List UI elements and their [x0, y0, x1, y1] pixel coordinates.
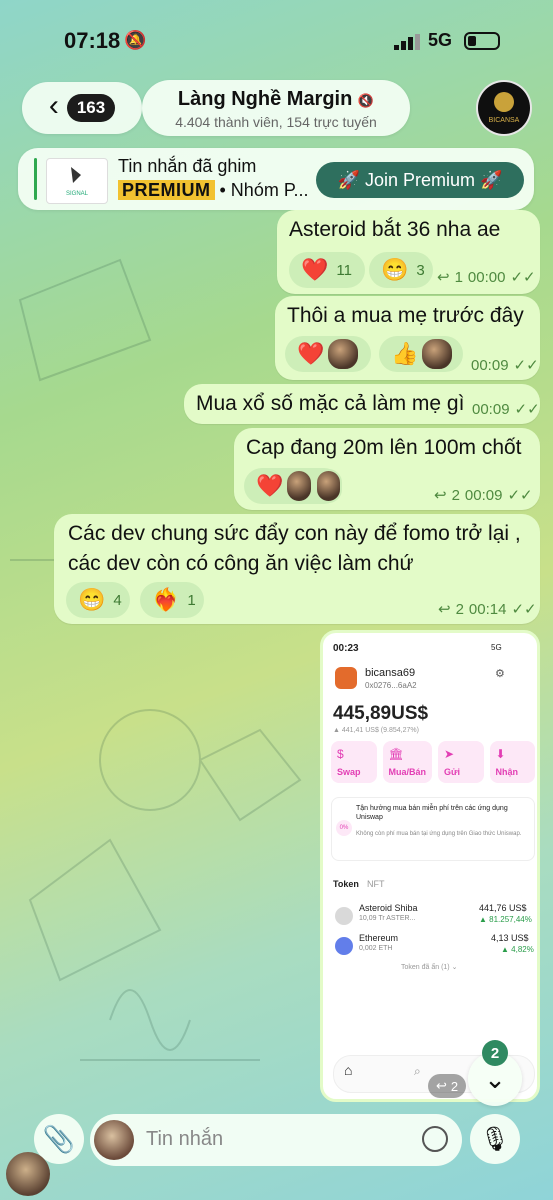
message-placeholder: Tin nhắn — [146, 1128, 224, 1150]
sender-avatar[interactable] — [94, 1120, 134, 1160]
read-check-icon: ✓✓ — [507, 487, 533, 504]
reaction-chip[interactable]: 👍 — [379, 336, 463, 372]
reply-icon: ↩ — [438, 601, 451, 618]
bell-off-icon: 🔕 — [124, 30, 147, 50]
reaction-chip[interactable]: ❤️‍🔥 1 — [140, 582, 204, 618]
tab-token: Token — [333, 879, 359, 889]
message-text: Mua xổ số mặc cả làm mẹ gì — [196, 392, 465, 415]
shot-network: 5G — [491, 643, 502, 652]
wallet-actions: $ Swap 🏛 Mua/Bán ➤ Gửi ⬇ Nhận — [331, 741, 536, 783]
reaction-chip[interactable]: ❤️ — [244, 468, 342, 504]
message-text-line1: Các dev chung sức đẩy con này để fomo tr… — [68, 522, 521, 545]
message-text-line2: các dev còn có công ăn việc làm chứ — [68, 552, 414, 575]
wallet-avatar — [335, 667, 357, 689]
image-message[interactable]: 00:23 5G bicansa69 0x0276...6aA2 ⚙ 445,8… — [320, 630, 540, 1102]
reaction-chip[interactable]: ❤️ — [285, 336, 371, 372]
network-type: 5G — [428, 30, 453, 50]
reaction-chip[interactable]: 😁 3 — [369, 252, 433, 288]
shot-balance: 445,89US$ — [333, 703, 429, 724]
cellular-signal-icon — [394, 34, 420, 50]
chat-title: Làng Nghề Margin — [177, 88, 353, 110]
sticker-icon[interactable] — [422, 1126, 448, 1152]
pinned-preview: PREMIUM • Nhóm P... — [118, 180, 309, 201]
shot-address: 0x0276...6aA2 — [365, 681, 417, 690]
read-check-icon: ✓✓ — [513, 357, 539, 374]
pinned-thumbnail: SIGNAL — [46, 158, 108, 204]
reply-icon: ↩ — [434, 487, 447, 504]
muted-icon: 🔇 — [357, 93, 375, 108]
reply-icon: ↩ — [437, 269, 450, 286]
message-text: Cap đang 20m lên 100m chốt — [246, 436, 522, 459]
chevron-down-icon: ⌄ — [484, 1063, 506, 1094]
read-check-icon: ✓✓ — [511, 601, 537, 618]
message-meta: 00:09 ✓✓ — [471, 356, 539, 375]
pinned-indicator — [34, 158, 37, 200]
message-bubble[interactable]: Asteroid bắt 36 nha ae ❤️ 11 😁 3 ↩ 1 00:00 ✓✓ — [277, 210, 540, 294]
microphone-icon: 🎙 — [479, 1125, 511, 1153]
microphone-button[interactable]: 🎙 — [470, 1114, 520, 1164]
status-time: 07:18 — [64, 28, 121, 53]
pinned-preview-text: • Nhóm P... — [214, 180, 309, 200]
join-premium-button[interactable]: 🚀 Join Premium 🚀 — [316, 162, 524, 198]
composer-bar: 📎 Tin nhắn 🎙 — [0, 1110, 553, 1200]
message-text: Asteroid bắt 36 nha ae — [289, 218, 501, 241]
promo-card: 0% Tận hưởng mua bán miễn phí trên các ứ… — [331, 797, 535, 861]
image-meta: ↩ 2 — [428, 1074, 467, 1098]
reactor-avatar — [314, 469, 342, 503]
search-icon: ⌕ — [414, 1064, 421, 1078]
battery-icon — [464, 32, 500, 50]
swap-action: $ Swap — [331, 741, 377, 783]
message-bubble[interactable]: Các dev chung sức đẩy con này để fomo tr… — [54, 514, 540, 624]
reaction-chip[interactable]: ❤️ 11 — [289, 252, 365, 288]
back-button[interactable]: ‹ 163 — [22, 82, 142, 134]
asteroid-shiba-icon — [335, 907, 353, 925]
message-bubble[interactable]: Thôi a mua mẹ trước đây ❤️ 👍 00:09 ✓✓ — [275, 296, 540, 380]
reactor-avatar — [326, 337, 361, 371]
pinned-label: Tin nhắn đã ghim — [118, 156, 257, 176]
shot-account: bicansa69 — [365, 667, 416, 679]
group-logo-icon: BICANSA — [489, 92, 520, 124]
home-icon: ⌂ — [344, 1062, 353, 1078]
reaction-chip[interactable]: 😁 4 — [66, 582, 130, 618]
status-bar: 07:18 🔕 5G — [0, 0, 553, 80]
send-action: ➤ Gửi — [438, 741, 484, 783]
message-meta: ↩ 2 00:09 ✓✓ — [434, 486, 533, 505]
paperclip-icon: 📎 — [42, 1123, 76, 1154]
message-meta: ↩ 1 00:00 ✓✓ — [437, 268, 536, 287]
message-meta: 00:09 ✓✓ — [472, 400, 540, 419]
settings-icon: ⚙ — [495, 668, 505, 680]
svg-text:SIGNAL: SIGNAL — [66, 191, 89, 197]
reactor-avatar — [285, 469, 313, 503]
reactor-avatar — [420, 337, 455, 371]
unread-count-badge: 163 — [66, 94, 116, 122]
unread-mentions-badge: 2 — [482, 1040, 508, 1066]
read-check-icon: ✓✓ — [514, 401, 540, 418]
chevron-left-icon: ‹ — [48, 89, 59, 122]
shot-change: ▲ 441,41 US$ (9.854,27%) — [333, 727, 419, 734]
hidden-tokens: Token đã ẩn (1) ⌄ — [401, 964, 458, 971]
read-check-icon: ✓✓ — [510, 269, 536, 286]
message-bubble[interactable]: Mua xổ số mặc cả làm mẹ gì 00:09 ✓✓ — [184, 384, 540, 424]
chat-subtitle: 4.404 thành viên, 154 trực tuyến — [175, 114, 377, 130]
receive-action: ⬇ Nhận — [489, 741, 536, 783]
reply-icon: ↩ — [436, 1078, 447, 1093]
message-bubble[interactable]: Cap đang 20m lên 100m chốt ❤️ ↩ 2 00:09 ✓✓ — [234, 428, 540, 510]
chat-title-box[interactable]: Làng Nghề Margin 🔇 4.404 thành viên, 154… — [142, 80, 410, 136]
message-input[interactable]: Tin nhắn — [90, 1114, 462, 1166]
buy-sell-action: 🏛 Mua/Bán — [382, 741, 433, 783]
svg-text:BICANSA: BICANSA — [489, 117, 520, 124]
ethereum-icon — [335, 937, 353, 955]
message-text: Thôi a mua mẹ trước đây — [287, 304, 524, 327]
premium-tag: PREMIUM — [118, 180, 215, 200]
tab-nft: NFT — [367, 879, 385, 889]
message-meta: ↩ 2 00:14 ✓✓ — [438, 600, 537, 619]
shot-time: 00:23 — [333, 643, 359, 654]
profile-avatar[interactable] — [6, 1152, 50, 1196]
group-avatar[interactable]: BICANSA — [476, 80, 532, 136]
